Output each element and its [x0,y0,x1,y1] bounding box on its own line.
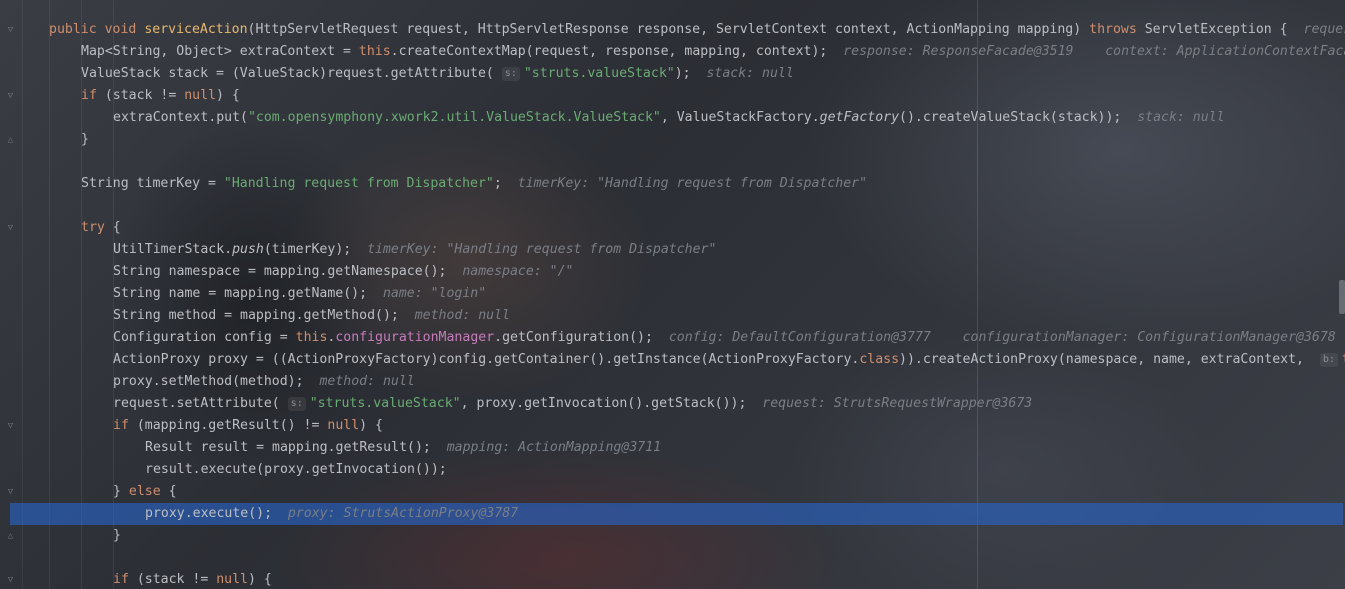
fold-toggle-icon[interactable]: ▽ [6,85,15,107]
code-line[interactable]: extraContext.put("com.opensymphony.xwork… [0,107,1345,129]
code-line[interactable]: String name = mapping.getName(); name: "… [0,283,1345,305]
code-text: extraContext.put("com.opensymphony.xwork… [113,110,1225,125]
vertical-scrollbar-thumb[interactable] [1339,280,1345,314]
code-text: proxy.execute(); proxy: StrutsActionProx… [145,506,519,521]
fold-toggle-icon[interactable]: ▽ [6,217,15,239]
code-text: Result result = mapping.getResult(); map… [145,440,662,455]
fold-toggle-icon[interactable]: ▽ [6,415,15,437]
fold-toggle-icon[interactable]: ▽ [6,19,15,41]
code-text: if (stack != null) { [113,572,272,587]
code-text: } else { [113,484,177,499]
code-text: ValueStack stack = (ValueStack)request.g… [81,66,794,81]
code-line[interactable]: △} [0,129,1345,151]
code-text: ActionProxy proxy = ((ActionProxyFactory… [113,349,1345,371]
code-text: result.execute(proxy.getInvocation()); [145,462,447,477]
code-line[interactable]: △} [0,525,1345,547]
code-line[interactable]: UtilTimerStack.push(timerKey); timerKey:… [0,239,1345,261]
code-line[interactable]: request.setAttribute( s: "struts.valueSta… [0,393,1345,415]
code-line[interactable]: ActionProxy proxy = ((ActionProxyFactory… [0,349,1345,371]
code-line[interactable]: Result result = mapping.getResult(); map… [0,437,1345,459]
code-text: } [81,132,89,147]
code-line[interactable]: ▽ } else { [0,481,1345,503]
fold-toggle-icon[interactable]: ▽ [6,569,15,589]
code-text: public void serviceAction(HttpServletReq… [49,22,1345,37]
code-text: try { [81,220,121,235]
code-line[interactable]: ▽ if (mapping.getResult() != null) { [0,415,1345,437]
code-line[interactable]: ▽ public void serviceAction(HttpServletRe… [0,19,1345,41]
code-text: if (mapping.getResult() != null) { [113,418,383,433]
code-text: if (stack != null) { [81,88,240,103]
code-text: String namespace = mapping.getNamespace(… [113,264,574,279]
code-text: String timerKey = "Handling request from… [81,176,868,191]
code-line[interactable]: String namespace = mapping.getNamespace(… [0,261,1345,283]
code-line[interactable]: String timerKey = "Handling request from… [0,173,1345,195]
code-editor[interactable]: ▽ public void serviceAction(HttpServletRe… [0,0,1345,589]
code-line[interactable]: Map<String, Object> extraContext = this.… [0,41,1345,63]
code-text: request.setAttribute( s: "struts.valueSta… [113,396,1033,411]
code-line[interactable]: String method = mapping.getMethod(); met… [0,305,1345,327]
current-execution-line[interactable]: proxy.execute(); proxy: StrutsActionProx… [10,503,1343,525]
code-text: String method = mapping.getMethod(); met… [113,308,510,323]
code-line[interactable]: ▽ if (stack != null) { [0,85,1345,107]
code-line[interactable]: ▽ try { [0,217,1345,239]
code-line[interactable]: result.execute(proxy.getInvocation()); [0,459,1345,481]
code-text: UtilTimerStack.push(timerKey); timerKey:… [113,242,717,257]
code-text: Map<String, Object> extraContext = this.… [81,44,1345,59]
code-text: proxy.setMethod(method); method: null [113,374,415,389]
code-line[interactable]: ValueStack stack = (ValueStack)request.g… [0,63,1345,85]
fold-toggle-icon[interactable]: △ [6,525,15,547]
fold-toggle-icon[interactable]: ▽ [6,481,15,503]
code-line[interactable]: Configuration config = this.configuratio… [0,327,1345,349]
fold-toggle-icon[interactable]: △ [6,129,15,151]
code-text: } [113,528,121,543]
code-line[interactable]: proxy.setMethod(method); method: null [0,371,1345,393]
code-text: String name = mapping.getName(); name: "… [113,286,487,301]
code-line[interactable]: ▽ if (stack != null) { [0,569,1345,589]
code-text: Configuration config = this.configuratio… [113,330,1336,345]
